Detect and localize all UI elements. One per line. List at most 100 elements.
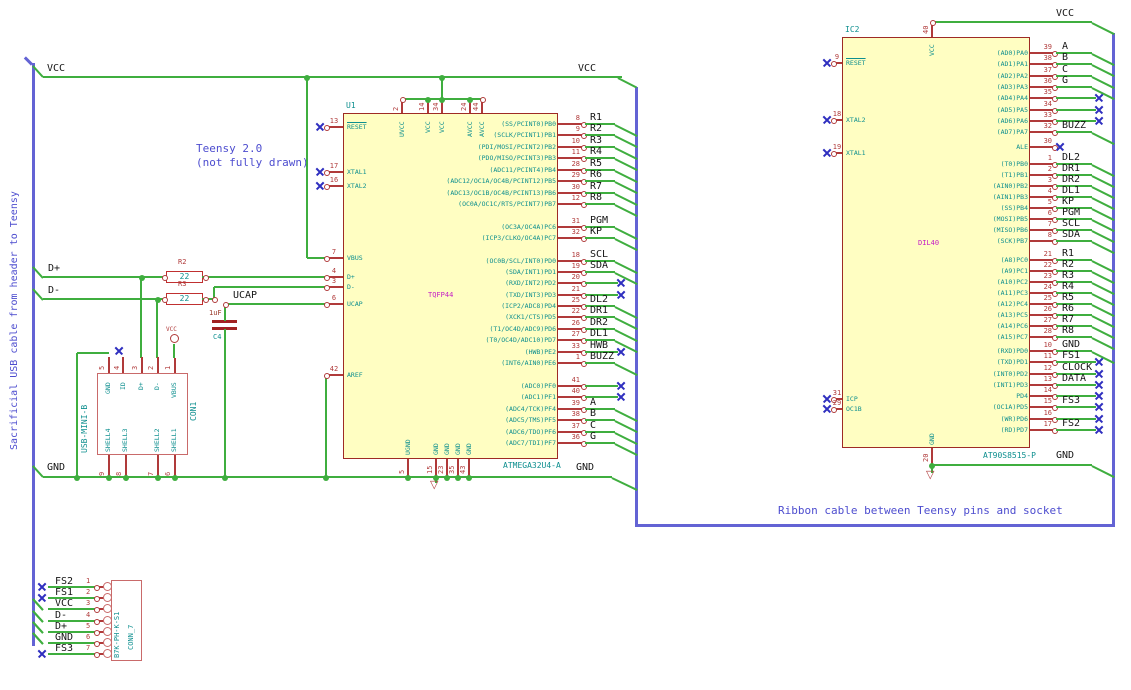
net-label[interactable]: PGM [590,215,608,226]
net-label[interactable]: R5 [590,158,602,169]
net-label[interactable]: VCC [47,63,65,74]
pin-number: 15 [1043,397,1052,405]
pin-number: 31 [571,217,580,225]
net-label[interactable]: DR2 [1062,174,1080,185]
conn7-ref[interactable]: CONN_7 [127,625,136,650]
net-label[interactable]: VCC [1056,8,1074,19]
net-label[interactable]: R8 [590,192,602,203]
pin-number: 22 [571,307,580,315]
pin-number: 3 [86,599,91,607]
net-label[interactable]: DL1 [590,328,608,339]
pin-name: AREF [347,371,363,379]
net-label[interactable]: DL2 [590,294,608,305]
pin-name: SHELL2 [153,428,161,452]
net-label[interactable]: A [1062,41,1068,52]
net-label[interactable]: DR1 [590,305,608,316]
net-label[interactable]: R7 [1062,314,1074,325]
wire-endpoint [203,275,209,281]
ic2-ref[interactable]: IC2 [845,25,859,34]
net-label[interactable]: R3 [590,135,602,146]
net-label[interactable]: GND [1062,339,1080,350]
net-label[interactable]: R6 [1062,303,1074,314]
pin-name: XTAL2 [846,116,866,124]
net-label[interactable]: DR2 [590,317,608,328]
pin-number: 36 [1043,77,1052,85]
net-label[interactable]: KP [1062,196,1074,207]
net-label[interactable]: B [1062,52,1068,63]
net-label[interactable]: VCC [578,63,596,74]
net-label[interactable]: BUZZ [1062,120,1086,131]
net-label[interactable]: R1 [590,112,602,123]
pin-number: 23 [1043,272,1052,280]
pin-stub [122,357,124,373]
net-label[interactable]: C [590,420,596,431]
net-label[interactable]: R8 [1062,325,1074,336]
net-label[interactable]: PGM [1062,207,1080,218]
r2-ref: R2 [178,258,187,266]
ribbon-bus-right[interactable] [1112,33,1115,527]
wire-endpoint [94,596,100,602]
net-label[interactable]: B [590,408,596,419]
ic2-value[interactable]: AT90S8515-P [983,451,1036,460]
net-label[interactable]: R3 [1062,270,1074,281]
net-label[interactable]: R2 [590,123,602,134]
ribbon-bus-left[interactable] [635,87,638,527]
pin-number: 38 [571,410,580,418]
net-label[interactable]: R6 [590,169,602,180]
net-label[interactable]: R1 [1062,248,1074,259]
wire [173,344,175,358]
net-label[interactable]: HWB [590,340,608,351]
net-label[interactable]: R5 [1062,292,1074,303]
net-label[interactable]: UCAP [233,290,257,301]
pin-name: XTAL1 [347,168,367,176]
usb-cable-bus[interactable] [32,63,35,646]
net-label[interactable]: KP [590,226,602,237]
net-label[interactable]: G [590,431,596,442]
net-label[interactable]: D- [48,285,60,296]
pin-name: (T0/OC4D/ADC10)PD7 [485,336,556,344]
u1-ref[interactable]: U1 [346,101,356,110]
net-label[interactable]: R7 [590,181,602,192]
net-label[interactable]: SDA [590,260,608,271]
ribbon-bus-bottom[interactable] [635,524,1115,527]
pin-number: 12 [1043,364,1052,372]
connector-pad [103,604,112,613]
no-connect-icon [617,291,625,299]
net-label[interactable]: SDA [1062,229,1080,240]
note-teensy-line1: Teensy 2.0 [196,142,263,155]
net-label[interactable]: GND [1056,450,1074,461]
net-label[interactable]: FS2 [1062,418,1080,429]
pin-name: GND [928,433,936,445]
net-label[interactable]: R4 [590,146,602,157]
net-label[interactable]: SCL [590,249,608,260]
net-label[interactable]: DL2 [1062,152,1080,163]
net-label[interactable]: BUZZ [590,351,614,362]
net-label[interactable]: CLOCK [1062,362,1092,373]
net-label[interactable]: G [1062,75,1068,86]
net-label[interactable]: FS3 [1062,395,1080,406]
net-label[interactable]: SCL [1062,218,1080,229]
pin-number: 9 [834,53,840,61]
no-connect-icon [115,347,123,355]
net-label[interactable]: R2 [1062,259,1074,270]
wire-endpoint [930,20,936,26]
net-label[interactable]: R4 [1062,281,1074,292]
net-label[interactable]: GND [576,462,594,473]
net-label[interactable]: C [1062,64,1068,75]
net-label[interactable]: DL1 [1062,185,1080,196]
pin-name: GND [443,443,451,455]
net-label[interactable]: FS1 [1062,350,1080,361]
r3-body[interactable]: 22 [166,293,203,305]
net-label[interactable]: D+ [48,263,60,274]
net-label[interactable]: GND [47,462,65,473]
con1-ref[interactable]: CON1 [189,402,198,421]
u1-value[interactable]: ATMEGA32U4-A [503,461,561,470]
pin-name: PD4 [1016,392,1028,400]
pin-number: 10 [571,137,580,145]
net-label[interactable]: DATA [1062,373,1086,384]
conn7-value: B7K-PH-K-S1 [113,611,121,658]
net-label[interactable]: DR1 [1062,163,1080,174]
pin-number: 32 [571,228,580,236]
net-label[interactable]: A [590,397,596,408]
junction-dot [466,475,472,481]
